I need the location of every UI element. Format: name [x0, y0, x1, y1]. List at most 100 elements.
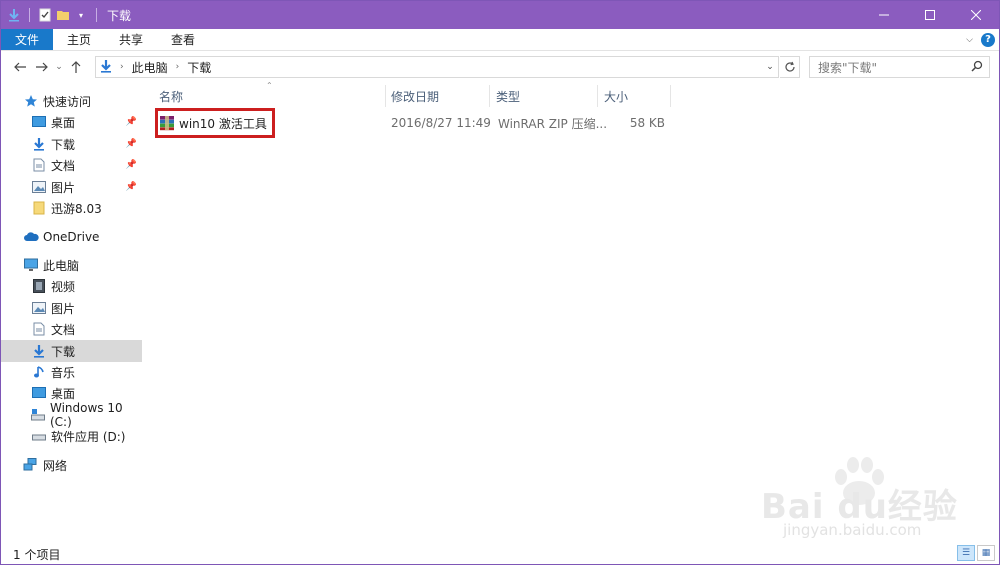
expand-ribbon-icon[interactable]: ⌵ [966, 35, 973, 45]
pin-icon: 📌 [125, 182, 137, 192]
folder-icon [31, 200, 47, 216]
nav-quick-access[interactable]: 快速访问 [1, 90, 142, 112]
nav-label: 图片 [51, 301, 76, 316]
nav-pc-downloads[interactable]: 下载 [1, 340, 142, 362]
nav-network[interactable]: 网络 [1, 454, 142, 476]
nav-pc-drive-d[interactable]: 软件应用 (D:) [1, 425, 142, 447]
nav-label: 此电脑 [43, 258, 80, 273]
nav-quick-xunyou[interactable]: 迅游8.03 [1, 197, 142, 219]
column-header-size[interactable]: 大小 [604, 83, 628, 109]
download-arrow-icon [31, 343, 47, 359]
breadcrumb: › 此电脑 › 下载 [96, 59, 211, 76]
column-divider[interactable] [597, 85, 598, 107]
column-header-name[interactable]: 名称 [159, 83, 183, 109]
breadcrumb-this-pc[interactable]: 此电脑 [132, 59, 168, 76]
nav-pc-drive-c[interactable]: Windows 10 (C:) [1, 401, 142, 429]
back-button[interactable] [9, 56, 31, 78]
title-bar: ▾ 下载 [1, 1, 999, 29]
table-row[interactable]: win10 激活工具 2016/8/27 11:49 WinRAR ZIP 压缩… [155, 108, 995, 138]
help-icon[interactable]: ? [981, 32, 995, 47]
pictures-icon [31, 179, 47, 195]
tab-file[interactable]: 文件 [1, 29, 54, 50]
minimize-button[interactable] [861, 1, 907, 29]
column-divider[interactable] [489, 85, 490, 107]
nav-label: 文档 [51, 158, 76, 173]
toolbar-divider [29, 8, 30, 22]
column-divider[interactable] [385, 85, 386, 107]
nav-label: OneDrive [43, 230, 100, 244]
windows-drive-icon [31, 407, 46, 423]
breadcrumb-separator-icon: › [120, 62, 124, 72]
nav-label: 下载 [51, 344, 76, 359]
highlight-annotation [155, 108, 275, 138]
pictures-icon [31, 300, 47, 316]
watermark-url: jingyan.baidu.com [783, 521, 922, 539]
search-box[interactable]: 搜索"下载" [809, 56, 990, 78]
pin-icon: 📌 [125, 117, 137, 127]
address-dropdown-icon[interactable]: ⌄ [762, 62, 778, 72]
nav-label: 迅游8.03 [51, 201, 102, 216]
forward-button[interactable] [31, 56, 53, 78]
nav-pc-pictures[interactable]: 图片 [1, 297, 142, 319]
nav-label: 快速访问 [43, 94, 92, 109]
column-header-type[interactable]: 类型 [496, 83, 520, 109]
tab-view[interactable]: 查看 [157, 29, 209, 50]
customize-toolbar-icon[interactable]: ▾ [74, 7, 88, 23]
new-folder-icon[interactable] [56, 7, 70, 23]
nav-label: 桌面 [51, 115, 76, 130]
nav-label: 桌面 [51, 386, 76, 401]
nav-label: 音乐 [51, 365, 76, 380]
baidu-watermark: Bai du经验 jingyan.baidu.com [761, 451, 961, 551]
search-icon[interactable] [971, 60, 983, 75]
nav-label: 软件应用 (D:) [51, 429, 126, 444]
onedrive-cloud-icon [23, 229, 39, 245]
download-arrow-icon [31, 136, 47, 152]
explorer-window: ▾ 下载 文件 主页 共享 查看 ⌵ ? ⌄ › 此电脑 › 下载 ⌄ 搜索"下… [0, 0, 1000, 565]
nav-quick-pictures[interactable]: 图片 📌 [1, 176, 142, 198]
tab-share[interactable]: 共享 [105, 29, 157, 50]
file-type: WinRAR ZIP 压缩... [498, 116, 608, 131]
breadcrumb-downloads[interactable]: 下载 [187, 59, 211, 76]
nav-pc-music[interactable]: 音乐 [1, 361, 142, 383]
refresh-button[interactable] [780, 56, 800, 78]
download-folder-icon [7, 7, 21, 23]
large-icons-view-icon[interactable]: ▦ [977, 545, 995, 561]
up-button[interactable] [65, 56, 87, 78]
nav-this-pc[interactable]: 此电脑 [1, 254, 142, 276]
column-header-date[interactable]: 修改日期 [391, 83, 439, 109]
address-bar[interactable]: › 此电脑 › 下载 ⌄ [95, 56, 779, 78]
item-count: 1 个项目 [13, 547, 61, 562]
maximize-button[interactable] [907, 1, 953, 29]
tab-home[interactable]: 主页 [53, 29, 105, 50]
address-row: ⌄ › 此电脑 › 下载 ⌄ 搜索"下载" [1, 52, 999, 82]
nav-label: 视频 [51, 279, 76, 294]
nav-quick-desktop[interactable]: 桌面 📌 [1, 111, 142, 133]
videos-icon [31, 278, 47, 294]
nav-onedrive[interactable]: OneDrive [1, 226, 142, 248]
nav-quick-documents[interactable]: 文档 📌 [1, 154, 142, 176]
recent-locations-button[interactable]: ⌄ [53, 56, 65, 78]
navigation-buttons: ⌄ [1, 56, 87, 78]
file-size: 58 KB [629, 116, 665, 130]
nav-pc-videos[interactable]: 视频 [1, 275, 142, 297]
details-view-icon[interactable]: ☰ [957, 545, 975, 561]
breadcrumb-separator-icon: › [175, 62, 180, 72]
documents-icon [31, 321, 47, 337]
window-controls [861, 1, 999, 29]
star-icon [23, 93, 39, 109]
ribbon-tabs: 文件 主页 共享 查看 ⌵ ? [1, 29, 999, 51]
search-placeholder: 搜索"下载" [818, 60, 878, 75]
music-note-icon [31, 364, 47, 380]
nav-quick-downloads[interactable]: 下载 📌 [1, 133, 142, 155]
network-icon [23, 457, 39, 473]
computer-icon [23, 257, 39, 273]
navigation-pane: 快速访问 桌面 📌 下载 📌 文档 📌 图片 📌 迅游8.03 OneDrive… [1, 83, 142, 543]
properties-icon[interactable] [38, 7, 52, 23]
nav-label: 下载 [51, 137, 76, 152]
column-divider[interactable] [670, 85, 671, 107]
drive-icon [31, 428, 47, 444]
close-button[interactable] [953, 1, 999, 29]
desktop-icon [31, 385, 47, 401]
nav-pc-documents[interactable]: 文档 [1, 318, 142, 340]
quick-access-toolbar: ▾ [1, 1, 101, 29]
